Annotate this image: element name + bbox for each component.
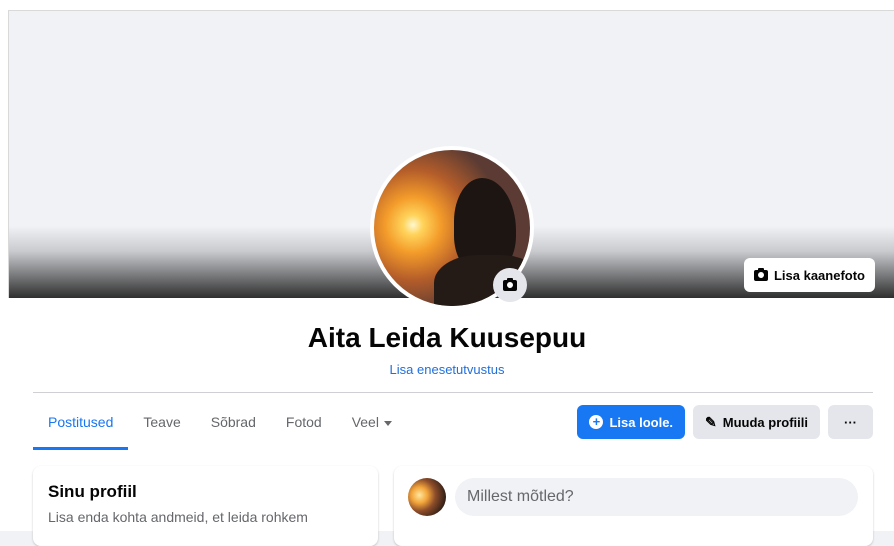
add-bio-link[interactable]: Lisa enesetutvustus — [0, 362, 894, 377]
add-cover-photo-button[interactable]: Lisa kaanefoto — [743, 258, 875, 292]
composer-avatar[interactable] — [408, 478, 446, 516]
intro-card-title: Sinu profiil — [48, 482, 137, 501]
tab-photos-label: Fotod — [285, 414, 322, 430]
profile-actions: + Lisa loole. ✎ Muuda profiili ··· — [577, 405, 873, 439]
profile-tabs: Postitused Teave Sõbrad Fotod Veel — [33, 404, 407, 450]
add-to-story-label: Lisa loole. — [609, 414, 674, 430]
plus-circle-icon: + — [589, 415, 604, 429]
tab-photos[interactable]: Fotod — [271, 404, 337, 450]
update-profile-photo-button[interactable] — [493, 268, 527, 302]
edit-profile-button[interactable]: ✎ Muuda profiili — [693, 405, 820, 439]
composer-card: Millest mõtled? — [394, 466, 873, 546]
divider — [33, 392, 873, 393]
pencil-icon: ✎ — [705, 413, 717, 430]
camera-icon — [503, 277, 517, 291]
tab-about[interactable]: Teave — [128, 404, 195, 450]
tab-more[interactable]: Veel — [337, 404, 407, 450]
add-cover-photo-label: Lisa kaanefoto — [773, 267, 865, 283]
tab-friends[interactable]: Sõbrad — [196, 404, 271, 450]
add-to-story-button[interactable]: + Lisa loole. — [577, 405, 686, 439]
tab-posts-label: Postitused — [48, 414, 114, 430]
intro-card: Sinu profiil Lisa enda kohta andmeid, et… — [33, 466, 378, 546]
edit-profile-label: Muuda profiili — [722, 414, 808, 430]
more-options-button[interactable]: ··· — [828, 405, 873, 439]
more-dots-icon: ··· — [844, 414, 857, 430]
intro-card-text: Lisa enda kohta andmeid, et leida rohkem — [48, 509, 308, 525]
caret-down-icon — [383, 420, 392, 426]
camera-icon — [753, 267, 768, 281]
composer-input[interactable]: Millest mõtled? — [455, 478, 858, 516]
tab-friends-label: Sõbrad — [210, 414, 256, 430]
tab-posts[interactable]: Postitused — [33, 404, 129, 450]
profile-name: Aita Leida Kuusepuu — [307, 322, 587, 353]
tab-about-label: Teave — [143, 414, 181, 430]
tab-more-label: Veel — [351, 414, 379, 430]
